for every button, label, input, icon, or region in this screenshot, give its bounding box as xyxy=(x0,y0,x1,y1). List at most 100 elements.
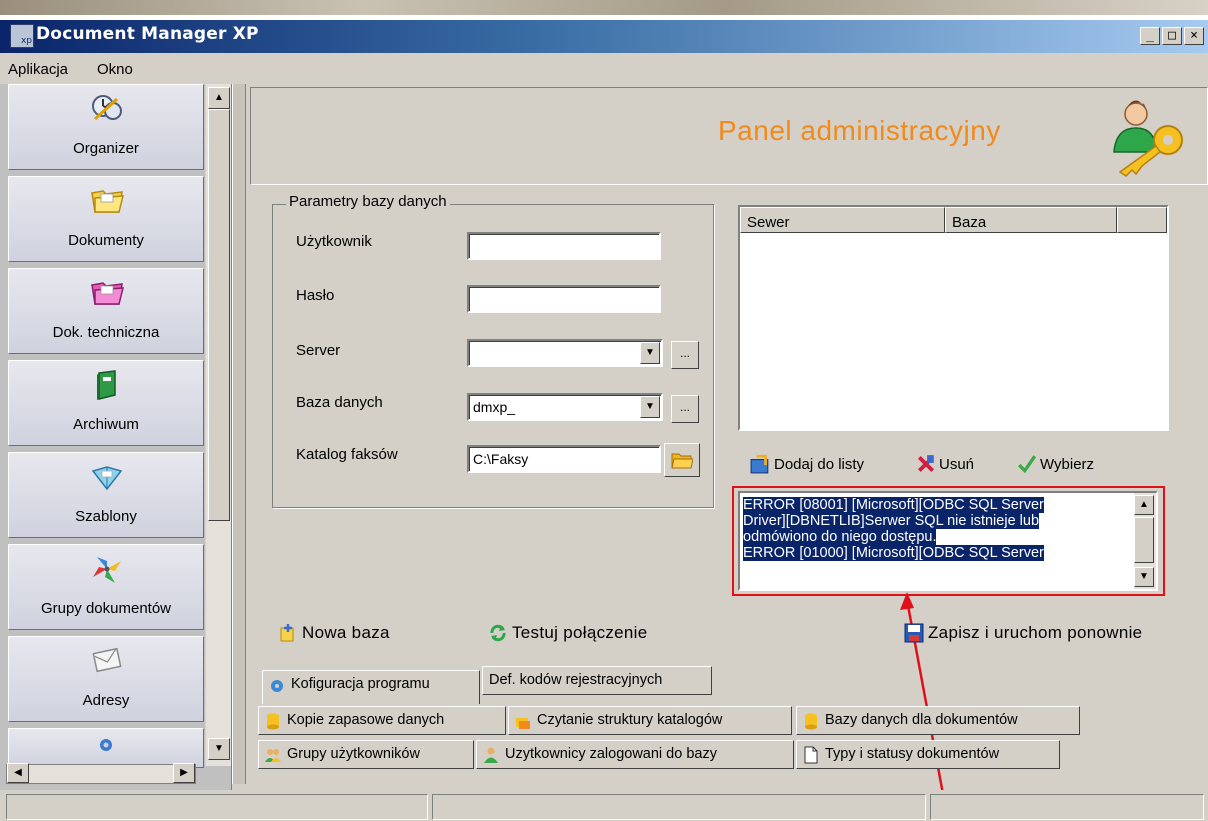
tab-folder-structure[interactable]: Czytanie struktury katalogów xyxy=(508,706,792,735)
column-header-database[interactable]: Baza xyxy=(945,207,1117,233)
scroll-down-button[interactable]: ▼ xyxy=(208,738,230,760)
password-label: Hasło xyxy=(296,287,335,304)
scroll-up-button[interactable]: ▲ xyxy=(208,87,230,109)
sidebar-item-adresy[interactable]: Adresy xyxy=(8,636,204,722)
tab-logged-users[interactable]: Uzytkownicy zalogowani do bazy xyxy=(476,740,794,769)
tab-label: Kofiguracja programu xyxy=(291,676,430,692)
template-icon xyxy=(91,466,123,491)
tab-label: Bazy danych dla dokumentów xyxy=(825,712,1018,728)
test-connection-label: Testuj połączenie xyxy=(512,623,648,642)
new-database-button[interactable]: Nowa baza xyxy=(278,623,390,643)
menu-okno[interactable]: Okno xyxy=(97,61,133,78)
chevron-down-icon[interactable]: ▼ xyxy=(640,396,660,418)
sidebar-item-szablony[interactable]: Szablony xyxy=(8,452,204,538)
scrollbar-thumb[interactable] xyxy=(208,109,230,521)
tab-user-groups[interactable]: Grupy użytkowników xyxy=(258,740,474,769)
splitter[interactable] xyxy=(232,84,246,784)
test-connection-button[interactable]: Testuj połączenie xyxy=(488,623,648,643)
save-restart-button[interactable]: Zapisz i uruchom ponownie xyxy=(904,623,1142,643)
envelope-icon xyxy=(92,647,122,673)
tab-document-databases[interactable]: Bazy danych dla dokumentów xyxy=(796,706,1080,735)
refresh-icon xyxy=(490,624,506,642)
sidebar-item-dokumenty[interactable]: Dokumenty xyxy=(8,176,204,262)
add-icon xyxy=(750,454,769,474)
sidebar-item-label: Dok. techniczna xyxy=(52,324,160,341)
add-to-list-button[interactable]: Dodaj do listy xyxy=(749,454,864,474)
fax-folder-input[interactable]: C:\Faksy xyxy=(467,445,661,473)
database-icon xyxy=(267,713,279,730)
choose-label: Wybierz xyxy=(1040,455,1095,473)
gear-icon xyxy=(271,680,283,692)
server-list[interactable]: Sewer Baza xyxy=(738,205,1169,431)
tab-program-configuration[interactable]: Kofiguracja programu xyxy=(262,670,480,704)
remove-label: Usuń xyxy=(939,455,975,473)
maximize-button[interactable]: □ xyxy=(1162,27,1182,45)
status-panel-1 xyxy=(6,794,428,820)
menu-aplikacja[interactable]: Aplikacja xyxy=(8,61,68,78)
app-icon[interactable]: xp xyxy=(10,24,34,48)
chevron-down-icon[interactable]: ▼ xyxy=(640,342,660,364)
add-label: Dodaj do listy xyxy=(774,455,865,473)
sidebar-item-organizer[interactable]: Organizer xyxy=(8,84,204,170)
status-panel-2 xyxy=(432,794,926,820)
remove-button[interactable]: Usuń xyxy=(916,454,974,474)
menu-bar: Aplikacja Okno xyxy=(0,53,1208,85)
sidebar: Organizer Dokumenty Dok. techniczna Arch… xyxy=(0,84,232,790)
close-button[interactable]: × xyxy=(1184,27,1204,45)
server-browse-button[interactable]: ... xyxy=(671,341,699,369)
column-header-server[interactable]: Sewer xyxy=(740,207,945,233)
remove-icon xyxy=(917,455,935,473)
scroll-left-button[interactable]: ◀ xyxy=(7,763,29,783)
sidebar-item-label: Szablony xyxy=(75,508,137,525)
sidebar-item-dok-techniczna[interactable]: Dok. techniczna xyxy=(8,268,204,354)
status-bar xyxy=(0,790,1208,821)
green-book-icon xyxy=(97,370,116,400)
sidebar-item-archiwum[interactable]: Archiwum xyxy=(8,360,204,446)
document-icon xyxy=(804,746,818,764)
fax-label: Katalog faksów xyxy=(296,446,398,463)
tab-label: Kopie zapasowe danych xyxy=(287,712,445,728)
desktop-strip xyxy=(0,0,1208,15)
folders-icon xyxy=(516,718,530,729)
new-icon xyxy=(280,624,294,642)
tab-label: Def. kodów rejestracyjnych xyxy=(489,672,663,688)
tab-label: Typy i statusy dokumentów xyxy=(825,746,1000,762)
sidebar-item-label: Adresy xyxy=(82,692,130,709)
save-icon xyxy=(904,623,924,643)
scroll-right-button[interactable]: ▶ xyxy=(173,763,195,783)
sidebar-item-grupy-dokumentow[interactable]: Grupy dokumentów xyxy=(8,544,204,630)
sidebar-hscrollbar[interactable]: ◀ ▶ xyxy=(6,763,196,784)
password-input[interactable] xyxy=(467,285,661,313)
page-title: Panel administracyjny xyxy=(718,115,1001,146)
sidebar-item-label: Grupy dokumentów xyxy=(40,600,172,617)
user-label: Użytkownik xyxy=(296,233,372,250)
tab-registration-codes[interactable]: Def. kodów rejestracyjnych xyxy=(482,666,712,695)
title-bar: xp Document Manager XP _ □ × xyxy=(0,0,1208,58)
tab-label: Uzytkownicy zalogowani do bazy xyxy=(505,746,717,762)
fax-folder-button[interactable] xyxy=(664,443,700,477)
database-icon xyxy=(805,713,817,730)
choose-button[interactable]: Wybierz xyxy=(1017,454,1094,474)
sidebar-item-partial[interactable] xyxy=(8,728,204,768)
sidebar-item-label: Organizer xyxy=(73,140,139,157)
folder-open-icon xyxy=(671,453,693,469)
folder-icon xyxy=(91,190,124,213)
save-restart-label: Zapisz i uruchom ponownie xyxy=(928,623,1143,642)
database-browse-button[interactable]: ... xyxy=(671,395,699,423)
server-select[interactable]: ▼ xyxy=(467,339,663,367)
sidebar-scrollbar[interactable]: ▲ ▼ xyxy=(205,84,231,766)
admin-key-icon xyxy=(1113,100,1183,177)
user-icon xyxy=(484,747,498,763)
new-database-label: Nowa baza xyxy=(302,623,390,642)
tab-label: Grupy użytkowników xyxy=(287,746,420,762)
user-input[interactable] xyxy=(467,232,661,260)
gear-icon xyxy=(100,739,112,751)
tab-document-types[interactable]: Typy i statusy dokumentów xyxy=(796,740,1060,769)
tab-backups[interactable]: Kopie zapasowe danych xyxy=(258,706,506,735)
sidebar-item-label: Archiwum xyxy=(73,416,139,433)
minimize-button[interactable]: _ xyxy=(1140,27,1160,45)
column-header-blank xyxy=(1117,207,1167,233)
pinwheel-icon xyxy=(93,557,121,583)
database-select[interactable]: dmxp_ ▼ xyxy=(467,393,663,421)
pink-folder-icon xyxy=(91,282,124,305)
